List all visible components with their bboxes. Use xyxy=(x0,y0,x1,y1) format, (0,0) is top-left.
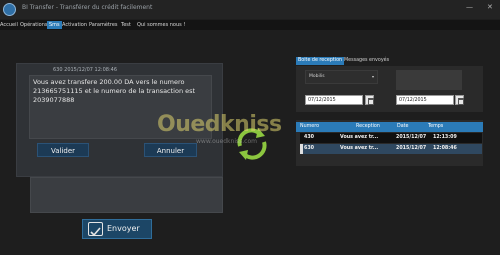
column-header-date[interactable]: Date xyxy=(397,124,408,129)
calendar-icon[interactable] xyxy=(455,95,464,105)
dialog-header: 630 2015/12/07 12:08:46 xyxy=(53,67,117,73)
menu-item-sms[interactable]: Sms xyxy=(47,21,62,29)
check-box-icon xyxy=(88,222,103,237)
cell-date: 2015/12/07 xyxy=(396,135,427,140)
inbox-table: Numero Reception Date Temps 430 Vous ave… xyxy=(296,120,483,166)
column-header-reception[interactable]: Reception xyxy=(356,124,380,129)
tab-inbox[interactable]: Boite de reception xyxy=(296,57,345,65)
menu-item-parametres[interactable]: Paramètres xyxy=(89,21,118,29)
table-row[interactable]: 630 Vous avez tr... 2015/12/07 12:08:46 xyxy=(300,144,482,154)
date-to-value: 07/12/2015 xyxy=(399,98,427,103)
tab-sent-messages[interactable]: Messages envoyés xyxy=(342,57,391,65)
cell-numero: 430 xyxy=(304,135,315,140)
menu-item-activation[interactable]: Activation xyxy=(62,21,87,29)
table-row[interactable]: 430 Vous avez tr... 2015/12/07 12:13:09 xyxy=(300,133,482,143)
row-selection-marker xyxy=(300,144,303,154)
menu-item-accueil[interactable]: Accueil xyxy=(0,21,18,29)
menu-item-test[interactable]: Test xyxy=(121,21,131,29)
menu-bar: Accueil Opérations Sms Activation Paramè… xyxy=(0,20,500,30)
cell-date: 2015/12/07 xyxy=(396,146,427,151)
cell-numero: 630 xyxy=(304,146,315,151)
menu-item-qui-sommes-nous[interactable]: Qui sommes nous ! xyxy=(137,21,185,29)
send-label: Envoyer xyxy=(107,224,140,233)
cancel-button[interactable]: Annuler xyxy=(144,143,197,157)
minimize-icon[interactable]: — xyxy=(466,3,473,11)
app-logo-icon xyxy=(3,3,16,16)
operator-select[interactable]: Mobilis ▾ xyxy=(305,70,378,84)
filter-box xyxy=(396,70,462,90)
send-button[interactable]: Envoyer xyxy=(82,219,152,239)
column-header-temps[interactable]: Temps xyxy=(428,124,443,129)
message-textarea[interactable] xyxy=(30,177,223,213)
watermark-url: www.ouedkniss.com xyxy=(196,138,257,145)
calendar-icon[interactable] xyxy=(365,95,374,105)
table-header: Numero Reception Date Temps xyxy=(296,122,483,132)
dialog-message: Vous avez transfere 200.00 DA vers le nu… xyxy=(33,78,196,104)
date-from-value: 07/12/2015 xyxy=(308,98,336,103)
column-header-numero[interactable]: Numero xyxy=(300,124,319,129)
date-to-input[interactable]: 07/12/2015 xyxy=(396,95,454,105)
operator-select-value: Mobilis xyxy=(309,74,325,79)
date-from-input[interactable]: 07/12/2015 xyxy=(305,95,363,105)
cell-reception: Vous avez tr... xyxy=(340,135,379,140)
close-icon[interactable]: ✕ xyxy=(487,3,493,11)
cell-temps: 12:13:09 xyxy=(433,135,457,140)
chevron-down-icon: ▾ xyxy=(371,74,374,79)
cell-temps: 12:08:46 xyxy=(433,146,457,151)
window-title: BI Transfer - Transférer du crédit facil… xyxy=(22,4,153,11)
cell-reception: Vous avez tr... xyxy=(340,146,379,151)
title-bar: BI Transfer - Transférer du crédit facil… xyxy=(0,0,500,19)
watermark-logo: Ouedkniss xyxy=(157,112,282,137)
validate-button[interactable]: Valider xyxy=(37,143,89,157)
menu-item-operations[interactable]: Opérations xyxy=(20,21,48,29)
